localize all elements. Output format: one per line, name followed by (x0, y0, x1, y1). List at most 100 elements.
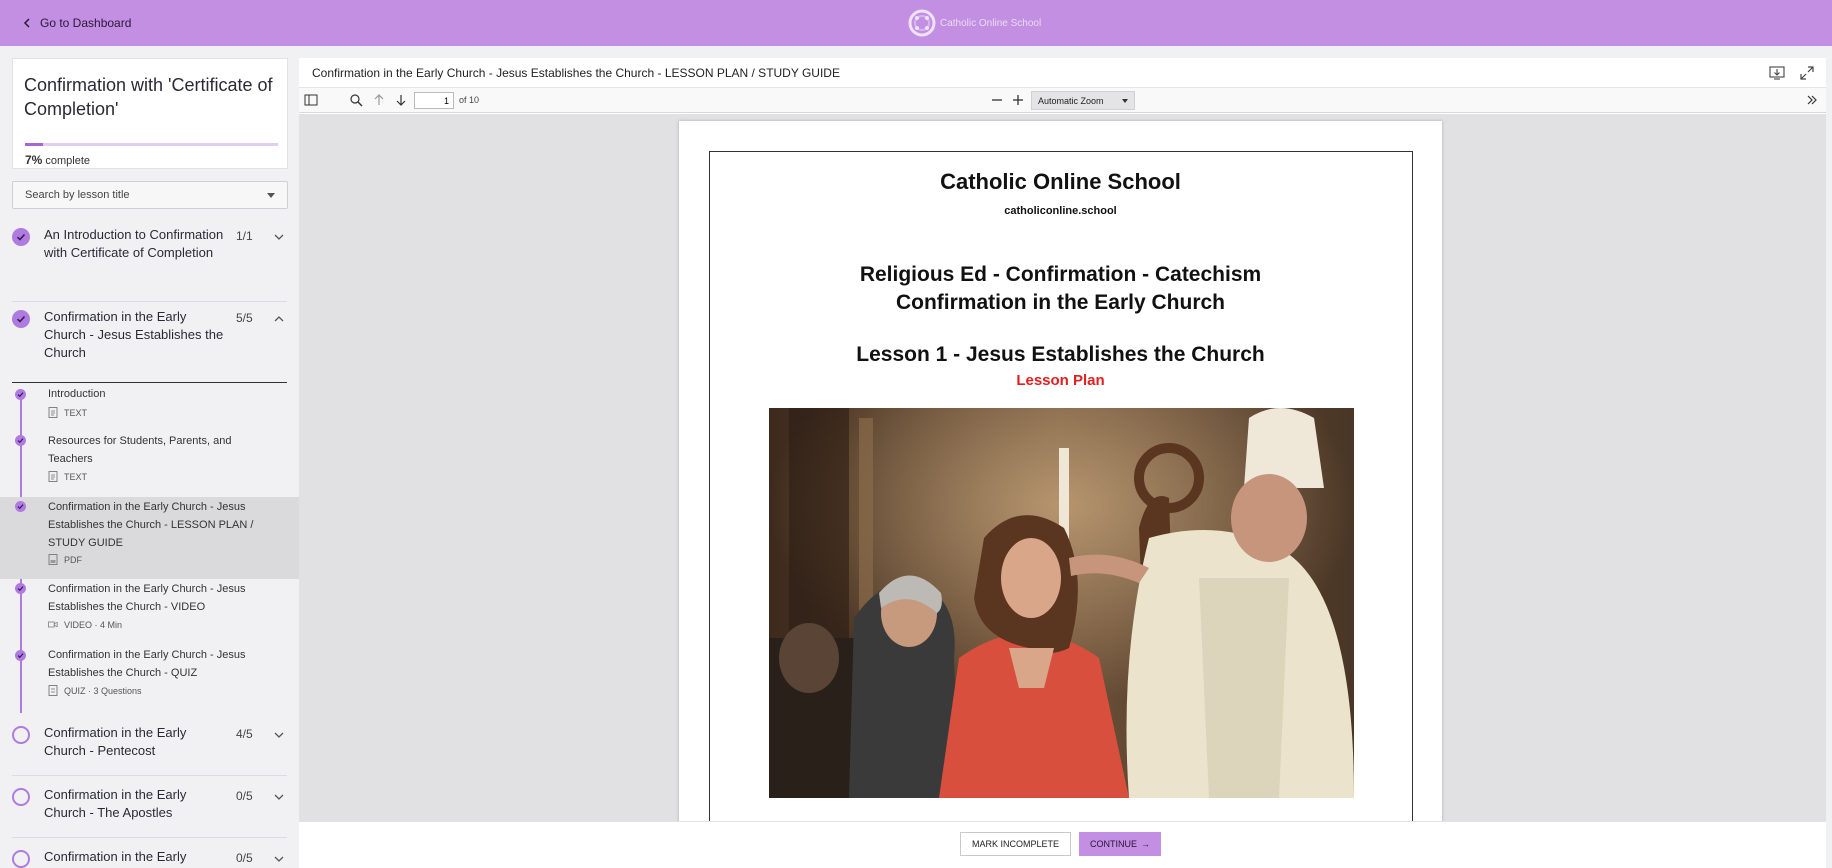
pdf-toolbar: of 10 Automatic Zoom (299, 88, 1826, 113)
lesson-type: VIDEO · 4 Min (64, 619, 123, 630)
search-icon[interactable] (349, 93, 363, 107)
lesson-item[interactable]: Introduction TEXT (0, 383, 299, 432)
lesson-meta: PDF (48, 554, 82, 565)
page-url: catholiconline.school (1004, 205, 1117, 217)
caret-down-icon (267, 192, 275, 198)
lesson-title: Confirmation in the Early Church - Jesus… (48, 649, 246, 679)
empty-circle-icon (12, 788, 30, 806)
document-icon (48, 471, 58, 482)
lesson-item[interactable]: Confirmation in the Early Church - Jesus… (0, 645, 299, 711)
progress-suffix: complete (45, 155, 91, 167)
page-number-input[interactable] (414, 92, 454, 109)
chapter-title: Confirmation in the Early (44, 849, 187, 864)
lesson-meta: VIDEO · 4 Min (48, 619, 122, 630)
course-title: Confirmation with 'Certificate of Comple… (24, 75, 273, 119)
lesson-meta: TEXT (48, 471, 87, 482)
chapter-item[interactable]: Confirmation in the Early Church - Jesus… (12, 302, 287, 383)
fullscreen-icon[interactable] (1799, 65, 1815, 81)
page-heading-line2: Confirmation in the Early Church (895, 291, 1226, 314)
progress-bar (25, 143, 278, 146)
download-icon[interactable] (1769, 65, 1785, 81)
document-icon (48, 407, 58, 418)
logo-text: Catholic Online School (940, 17, 1042, 29)
continue-label: CONTINUE (1090, 839, 1137, 849)
check-circle-icon (12, 228, 30, 246)
page-heading-line1: Religious Ed - Confirmation - Catechism (859, 263, 1262, 286)
document-title: Confirmation in the Early Church - Jesus… (312, 66, 840, 80)
quiz-icon (48, 685, 58, 696)
zoom-out-icon[interactable] (990, 93, 1004, 107)
site-logo[interactable]: Catholic Online School (908, 8, 1041, 38)
lesson-search-select[interactable]: Search by lesson title (12, 181, 288, 209)
lesson-type: TEXT (64, 407, 88, 418)
arrow-down-icon[interactable] (394, 93, 408, 107)
empty-circle-icon (12, 850, 30, 868)
arrow-up-icon[interactable] (372, 93, 386, 107)
chapter-title: Confirmation in the Early Church - The A… (44, 787, 187, 820)
chevron-left-icon (23, 18, 30, 28)
chapter-count: 5/5 (236, 311, 253, 325)
document-header: Confirmation in the Early Church - Jesus… (299, 58, 1826, 88)
chevron-down-icon[interactable] (274, 730, 284, 740)
chevron-down-icon[interactable] (274, 854, 284, 864)
pdf-page: Catholic Online School catholiconline.sc… (679, 121, 1442, 821)
lesson-item[interactable]: Confirmation in the Early Church - Jesus… (0, 579, 299, 645)
chapter-item[interactable]: Confirmation in the Early Church - The A… (12, 782, 287, 838)
zoom-value: Automatic Zoom (1038, 95, 1104, 106)
check-circle-icon (12, 310, 30, 328)
chapter-count: 1/1 (236, 229, 253, 243)
lesson-type: QUIZ · 3 Questions (64, 685, 142, 696)
chevron-up-icon[interactable] (274, 314, 284, 324)
caret-down-icon (1122, 98, 1128, 103)
chapter-item[interactable]: An Introduction to Confirmation with Cer… (12, 222, 287, 302)
pdf-viewer[interactable]: Catholic Online School catholiconline.sc… (299, 114, 1826, 821)
mark-incomplete-button[interactable]: MARK INCOMPLETE (960, 832, 1071, 856)
chapter-title: Confirmation in the Early Church - Jesus… (44, 309, 224, 360)
check-dot-icon (15, 583, 26, 594)
course-progress-card: Confirmation with 'Certificate of Comple… (12, 58, 288, 169)
lesson-content: Confirmation in the Early Church - Jesus… (299, 58, 1826, 868)
page-lesson-title: Lesson 1 - Jesus Establishes the Church (856, 343, 1265, 366)
progress-text: 7% complete (25, 153, 90, 167)
progress-percent: 7% (25, 153, 43, 167)
lesson-item-active[interactable]: Confirmation in the Early Church - Jesus… (0, 497, 299, 579)
go-to-dashboard-label: Go to Dashboard (40, 16, 132, 30)
lesson-footer: MARK INCOMPLETE CONTINUE → (299, 821, 1826, 868)
lesson-type: PDF (64, 554, 82, 565)
pdf-icon (48, 554, 58, 565)
lesson-type: TEXT (64, 471, 88, 482)
search-placeholder: Search by lesson title (25, 189, 130, 201)
progress-bar-fill (25, 143, 43, 146)
confirmation-photo (769, 408, 1354, 798)
top-bar: Go to Dashboard Catholic Online School (0, 0, 1832, 46)
zoom-select[interactable]: Automatic Zoom (1031, 91, 1135, 110)
zoom-in-icon[interactable] (1011, 93, 1025, 107)
chapter-item[interactable]: Confirmation in the Early Church - Pente… (12, 720, 287, 776)
chapter-count: 0/5 (236, 789, 253, 803)
check-dot-icon (15, 650, 26, 661)
chevron-down-icon[interactable] (274, 792, 284, 802)
chapter-title: Confirmation in the Early Church - Pente… (44, 725, 187, 758)
page-count: of 10 (459, 95, 480, 105)
empty-circle-icon (12, 726, 30, 744)
chapter-count: 0/5 (236, 851, 253, 865)
page-heading: Religious Ed - Confirmation - Catechism … (679, 261, 1442, 317)
page-lesson-plan-label: Lesson Plan (1016, 372, 1105, 389)
arrow-right-icon: → (1141, 839, 1150, 849)
lesson-title: Resources for Students, Parents, and Tea… (48, 435, 232, 465)
chevron-down-icon[interactable] (274, 232, 284, 242)
page-school-name: Catholic Online School (940, 169, 1181, 194)
logo-icon (908, 9, 936, 37)
lesson-meta: TEXT (48, 407, 87, 418)
lesson-title: Confirmation in the Early Church - Jesus… (48, 583, 246, 613)
video-icon (48, 621, 58, 628)
chapter-item[interactable]: Confirmation in the Early 0/5 (12, 844, 287, 868)
continue-button[interactable]: CONTINUE → (1079, 832, 1161, 856)
sidebar-toggle-icon[interactable] (304, 93, 318, 107)
lesson-title: Confirmation in the Early Church - Jesus… (48, 501, 254, 549)
go-to-dashboard-link[interactable]: Go to Dashboard (22, 14, 131, 32)
double-chevron-right-icon[interactable] (1805, 93, 1819, 107)
check-dot-icon (15, 501, 26, 512)
course-sidebar: Confirmation with 'Certificate of Comple… (0, 46, 299, 868)
lesson-item[interactable]: Resources for Students, Parents, and Tea… (0, 432, 299, 498)
